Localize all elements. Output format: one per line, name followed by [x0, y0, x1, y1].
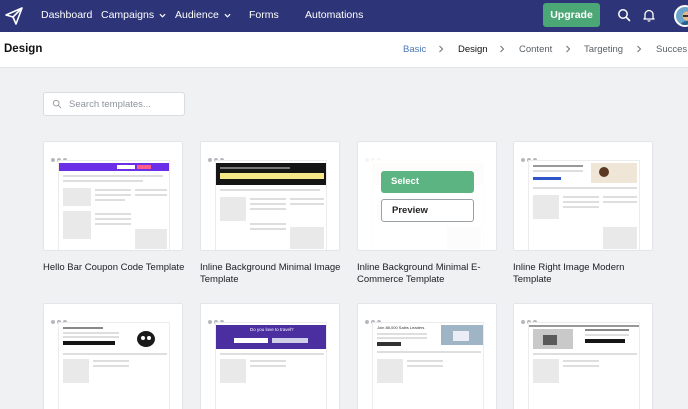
upgrade-button[interactable]: Upgrade: [543, 3, 600, 27]
window-dots: [521, 311, 541, 324]
nav-dashboard[interactable]: Dashboard: [41, 0, 92, 32]
nav-dashboard-label: Dashboard: [41, 9, 93, 21]
page-title: Design: [4, 43, 43, 55]
template-card-hovered[interactable]: Select Preview: [357, 141, 497, 251]
window-dots: [365, 311, 385, 324]
template-card[interactable]: [200, 141, 340, 251]
avatar[interactable]: [674, 5, 688, 27]
hover-overlay: [358, 142, 496, 250]
template-thumbnail: [528, 160, 640, 250]
window-dots: [51, 311, 71, 324]
chevron-right-icon: [566, 45, 571, 53]
template-thumbnail: [58, 160, 170, 250]
user-avatar-icon: [680, 11, 688, 25]
chevron-down-icon: [159, 13, 166, 18]
template-card[interactable]: [513, 303, 653, 409]
window-dots: [51, 149, 71, 162]
window-dots: [208, 311, 228, 324]
bell-icon[interactable]: [642, 8, 656, 22]
chevron-down-icon: [224, 13, 231, 18]
nav-automations-label: Automations: [305, 9, 364, 21]
window-dots: [208, 149, 228, 162]
template-title: Inline Background Minimal Image Template: [200, 262, 341, 285]
template-title: Inline Right Image Modern Template: [513, 262, 625, 285]
thumb-heading: Do you love to travel?: [250, 327, 294, 332]
preview-template-button[interactable]: Preview: [381, 199, 474, 222]
nav-forms-label: Forms: [249, 9, 279, 21]
chevron-right-icon: [637, 45, 642, 53]
template-thumbnail: [528, 322, 640, 409]
nav-automations[interactable]: Automations: [305, 0, 363, 32]
paper-plane-logo-icon[interactable]: [4, 6, 24, 26]
thumb-heading: Join 88,000 Sales Leaders: [377, 325, 425, 330]
template-thumbnail: [215, 160, 327, 250]
chevron-right-icon: [439, 45, 444, 53]
template-card[interactable]: Join 88,000 Sales Leaders: [357, 303, 497, 409]
select-template-button[interactable]: Select: [381, 171, 474, 193]
breadcrumb-step-design[interactable]: Design: [458, 44, 488, 55]
template-thumbnail: Join 88,000 Sales Leaders: [372, 322, 484, 409]
nav-campaigns[interactable]: Campaigns: [101, 0, 166, 32]
template-card[interactable]: [43, 303, 183, 409]
nav-audience-label: Audience: [175, 9, 219, 21]
top-navigation-bar: Dashboard Campaigns Audience Forms Autom…: [0, 0, 688, 32]
template-thumbnail: Do you love to travel?: [215, 322, 327, 409]
search-templates-input[interactable]: [43, 92, 185, 116]
nav-audience[interactable]: Audience: [175, 0, 231, 32]
nav-forms[interactable]: Forms: [249, 0, 279, 32]
template-thumbnail: [58, 322, 170, 409]
template-title: Inline Background Minimal E-Commerce Tem…: [357, 262, 481, 285]
template-card[interactable]: [513, 141, 653, 251]
breadcrumb-step-content[interactable]: Content: [519, 44, 552, 55]
search-icon[interactable]: [617, 8, 631, 22]
window-dots: [521, 149, 541, 162]
template-card[interactable]: [43, 141, 183, 251]
page-header: Design Basic Design Content Targeting Su…: [0, 32, 688, 68]
nav-campaigns-label: Campaigns: [101, 9, 155, 21]
chevron-right-icon: [500, 45, 505, 53]
template-title: Hello Bar Coupon Code Template: [43, 262, 185, 273]
template-card[interactable]: Do you love to travel?: [200, 303, 340, 409]
search-field-icon: [52, 99, 62, 109]
breadcrumb-step-basic[interactable]: Basic: [403, 44, 426, 55]
breadcrumb-step-targeting[interactable]: Targeting: [584, 44, 623, 55]
breadcrumb-step-success[interactable]: Succes: [656, 44, 687, 55]
